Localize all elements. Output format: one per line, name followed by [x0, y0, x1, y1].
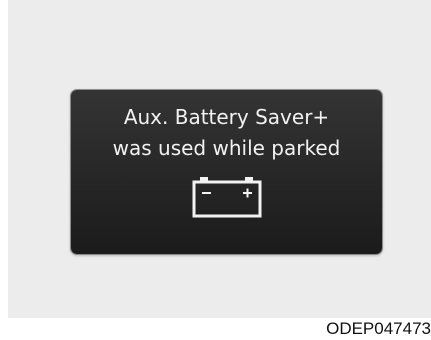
battery-icon [192, 177, 262, 218]
image-reference-code: ODEP047473 [326, 319, 431, 338]
warning-message-line-2: was used while parked [112, 136, 341, 160]
warning-message-line-1: Aux. Battery Saver+ [123, 105, 330, 129]
battery-warning-message: Aux. Battery Saver+ was used while parke… [71, 90, 382, 254]
warning-message-text: Aux. Battery Saver+ was used while parke… [71, 102, 382, 164]
